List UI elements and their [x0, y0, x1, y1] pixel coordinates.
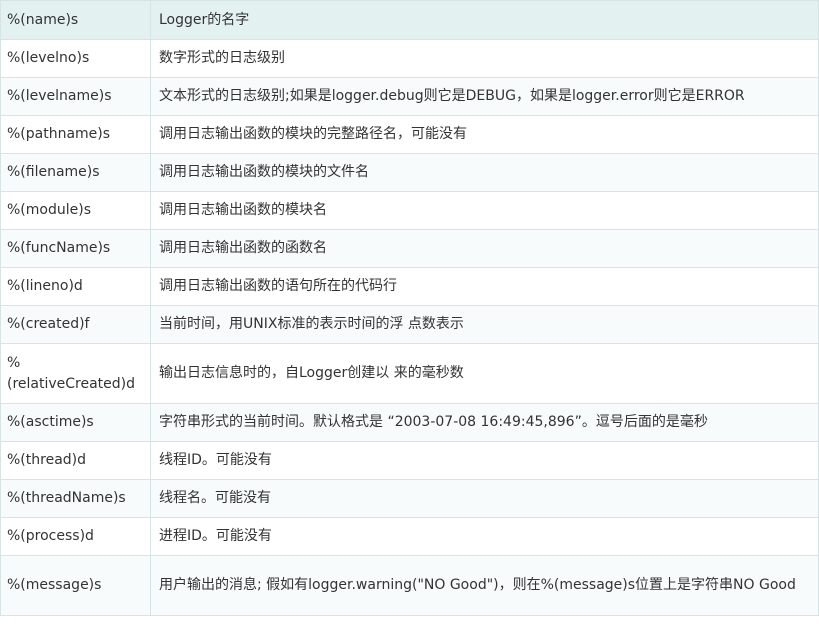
format-desc-cell: 线程ID。可能没有: [150, 441, 819, 480]
format-key-cell: %(created)f: [0, 305, 151, 344]
format-key-cell: %(levelno)s: [0, 39, 151, 78]
format-key-cell: %(module)s: [0, 191, 151, 230]
format-desc-cell: 输出日志信息时的，自Logger创建以 来的毫秒数: [150, 343, 819, 404]
header-row: %(name)s Logger的名字: [0, 0, 819, 40]
table-row: %(message)s 用户输出的消息; 假如有logger.warning("…: [0, 555, 819, 616]
format-key-cell: %(relativeCreated)d: [0, 343, 151, 404]
format-key-cell: %(threadName)s: [0, 479, 151, 518]
table-row: %(thread)d 线程ID。可能没有: [0, 441, 819, 480]
format-key-cell: %(lineno)d: [0, 267, 151, 306]
format-desc-cell: 调用日志输出函数的模块的文件名: [150, 153, 819, 192]
table-row: %(funcName)s 调用日志输出函数的函数名: [0, 229, 819, 268]
format-desc-cell: 字符串形式的当前时间。默认格式是 “2003-07-08 16:49:45,89…: [150, 403, 819, 442]
table-row: %(pathname)s 调用日志输出函数的模块的完整路径名，可能没有: [0, 115, 819, 154]
header-desc-cell: Logger的名字: [150, 0, 819, 40]
format-desc-cell: 调用日志输出函数的语句所在的代码行: [150, 267, 819, 306]
format-desc-cell: 当前时间，用UNIX标准的表示时间的浮 点数表示: [150, 305, 819, 344]
format-desc-cell: 调用日志输出函数的模块的完整路径名，可能没有: [150, 115, 819, 154]
format-desc-cell: 文本形式的日志级别;如果是logger.debug则它是DEBUG，如果是log…: [150, 77, 819, 116]
table-row: %(asctime)s 字符串形式的当前时间。默认格式是 “2003-07-08…: [0, 403, 819, 442]
format-desc-cell: 调用日志输出函数的模块名: [150, 191, 819, 230]
table-row: %(process)d 进程ID。可能没有: [0, 517, 819, 556]
format-key-cell: %(pathname)s: [0, 115, 151, 154]
format-desc-cell: 用户输出的消息; 假如有logger.warning("NO Good")，则在…: [150, 555, 819, 616]
header-key-cell: %(name)s: [0, 0, 151, 40]
format-desc-cell: 进程ID。可能没有: [150, 517, 819, 556]
format-desc-cell: 线程名。可能没有: [150, 479, 819, 518]
table-header: %(name)s Logger的名字: [0, 0, 819, 40]
format-key-cell: %(funcName)s: [0, 229, 151, 268]
table-row: %(relativeCreated)d 输出日志信息时的，自Logger创建以 …: [0, 343, 819, 404]
table-row: %(module)s 调用日志输出函数的模块名: [0, 191, 819, 230]
table-row: %(created)f 当前时间，用UNIX标准的表示时间的浮 点数表示: [0, 305, 819, 344]
format-key-cell: %(filename)s: [0, 153, 151, 192]
format-key-cell: %(message)s: [0, 555, 151, 616]
table-row: %(levelname)s 文本形式的日志级别;如果是logger.debug则…: [0, 77, 819, 116]
table-row: %(levelno)s 数字形式的日志级别: [0, 39, 819, 78]
format-desc-cell: 数字形式的日志级别: [150, 39, 819, 78]
table-body: %(levelno)s 数字形式的日志级别 %(levelname)s 文本形式…: [0, 39, 819, 616]
log-format-table: %(name)s Logger的名字 %(levelno)s 数字形式的日志级别…: [0, 0, 819, 616]
format-key-cell: %(levelname)s: [0, 77, 151, 116]
format-key-cell: %(asctime)s: [0, 403, 151, 442]
table-row: %(lineno)d 调用日志输出函数的语句所在的代码行: [0, 267, 819, 306]
format-key-cell: %(process)d: [0, 517, 151, 556]
format-desc-cell: 调用日志输出函数的函数名: [150, 229, 819, 268]
table-row: %(threadName)s 线程名。可能没有: [0, 479, 819, 518]
format-key-cell: %(thread)d: [0, 441, 151, 480]
table-row: %(filename)s 调用日志输出函数的模块的文件名: [0, 153, 819, 192]
